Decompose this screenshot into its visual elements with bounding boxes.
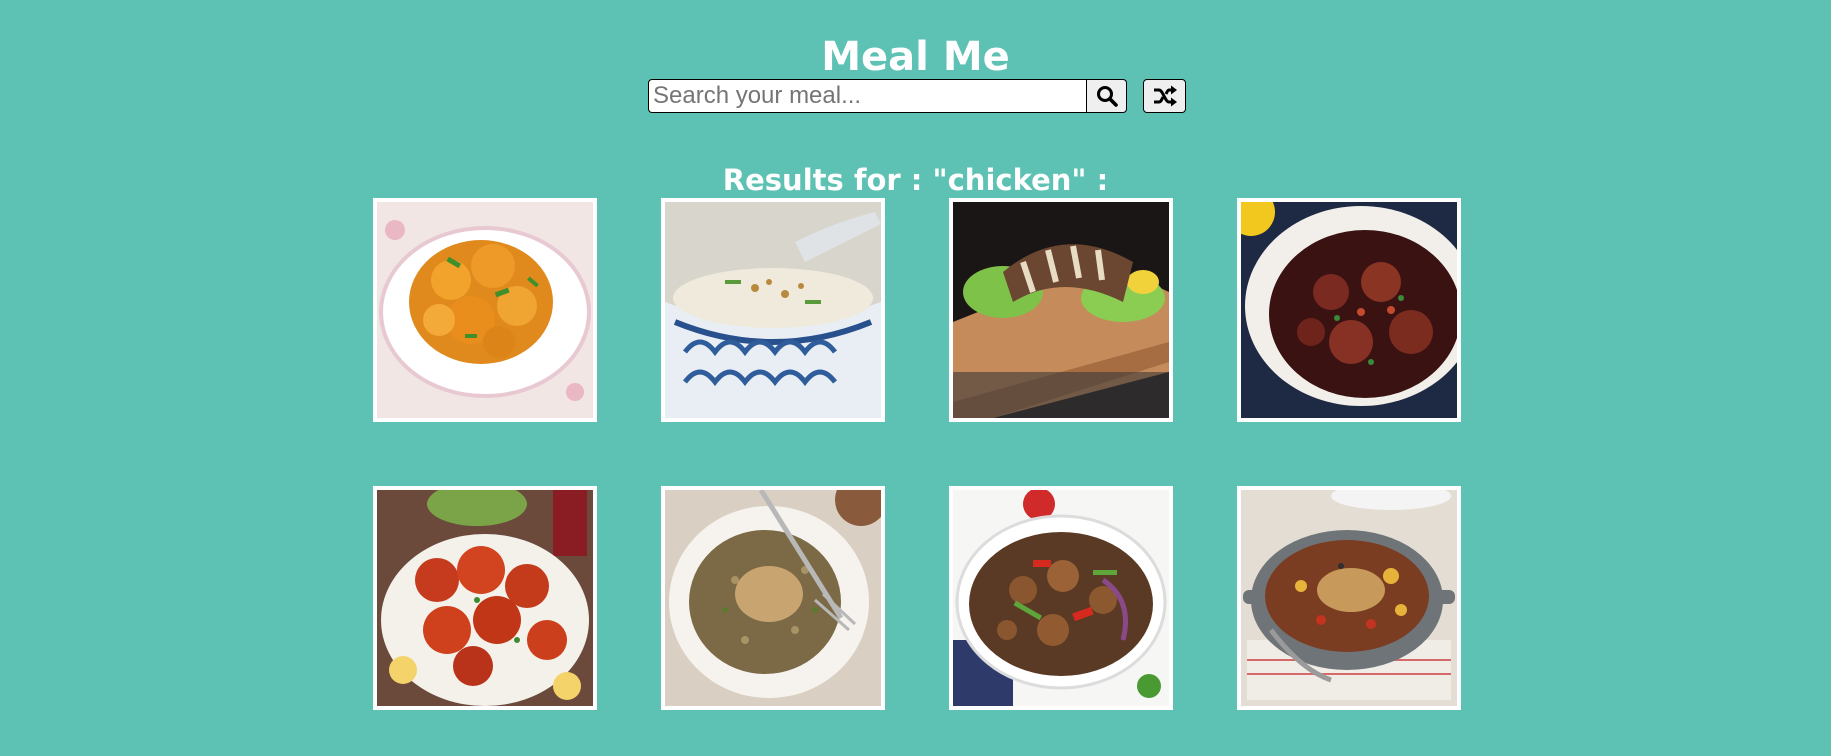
meal-card[interactable] bbox=[373, 198, 597, 422]
search-input[interactable] bbox=[648, 79, 1087, 113]
meal-image bbox=[953, 202, 1169, 418]
meal-card[interactable] bbox=[1237, 486, 1461, 710]
meal-image bbox=[377, 490, 593, 706]
meal-card[interactable] bbox=[661, 486, 885, 710]
meal-image bbox=[665, 490, 881, 706]
meal-image bbox=[377, 202, 593, 418]
meal-card[interactable] bbox=[1237, 198, 1461, 422]
meal-image bbox=[665, 202, 881, 418]
meal-card[interactable] bbox=[373, 486, 597, 710]
results-heading: Results for : "chicken" : bbox=[722, 163, 1109, 198]
meal-card[interactable] bbox=[661, 198, 885, 422]
meal-image bbox=[1241, 490, 1457, 706]
search-icon bbox=[1096, 86, 1118, 107]
meals-grid bbox=[373, 198, 1461, 710]
shuffle-icon bbox=[1153, 85, 1177, 107]
meal-card[interactable] bbox=[949, 486, 1173, 710]
search-bar bbox=[648, 79, 1186, 113]
meal-image bbox=[953, 490, 1169, 706]
meal-card[interactable] bbox=[949, 198, 1173, 422]
page-title: Meal Me bbox=[821, 33, 1010, 80]
random-meal-button[interactable] bbox=[1143, 79, 1186, 113]
meal-image bbox=[1241, 202, 1457, 418]
search-button[interactable] bbox=[1087, 79, 1127, 113]
